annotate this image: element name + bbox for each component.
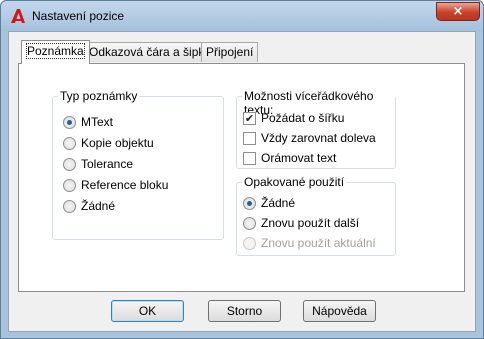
radio-icon[interactable] [63,136,76,150]
radio-copy-object[interactable]: Kopie objektu [63,135,154,151]
dialog-window: Nastavení pozice × Poznámka Odkazová čár… [0,0,484,339]
radio-reuse-next[interactable]: Znovu použít další [243,215,359,231]
autocad-a-icon [11,9,25,23]
radio-icon[interactable] [63,178,76,192]
annotation-type-group: Typ poznámky MText Kopie objektu Toleran… [52,89,224,240]
cancel-button[interactable]: Storno [208,300,281,322]
checkbox-always-left[interactable]: Vždy zarovnat doleva [243,130,376,146]
radio-icon [243,236,256,250]
tab-panel: Typ poznámky MText Kopie objektu Toleran… [18,63,465,292]
group-legend: Typ poznámky [58,89,140,103]
option-label: Tolerance [81,157,134,171]
group-legend: Opakované použití [242,175,347,189]
tab-pripojeni[interactable]: Připojení [201,42,259,62]
option-label: Kopie objektu [81,136,154,150]
radio-icon[interactable] [63,199,76,213]
ok-button[interactable]: OK [111,300,184,322]
radio-icon[interactable] [243,196,256,210]
radio-reuse-current: Znovu použít aktuální [243,235,376,251]
checkmark-icon[interactable]: ✔ [243,111,256,125]
option-label: Znovu použít aktuální [261,236,376,250]
checkbox-icon[interactable] [243,131,256,145]
close-icon: × [452,4,464,19]
tab-poznamka[interactable]: Poznámka [21,40,90,64]
option-label: Orámovat text [261,151,337,165]
option-label: Reference bloku [81,178,169,192]
radio-none[interactable]: Žádné [63,198,115,214]
radio-reuse-none[interactable]: Žádné [243,195,295,211]
option-label: Žádné [81,199,116,213]
option-label: MText [81,115,114,129]
close-button[interactable]: × [436,2,480,21]
checkbox-prompt-width[interactable]: ✔ Požádat o šířku [243,110,344,126]
radio-mtext[interactable]: MText [63,114,113,130]
dialog-client-area: Poznámka Odkazová čára a šipka Připojení… [8,31,476,332]
radio-icon[interactable] [63,115,76,129]
option-label: Znovu použít další [261,216,360,230]
window-title: Nastavení pozice [32,9,125,23]
checkbox-icon[interactable] [243,151,256,165]
tab-label: Odkazová čára a šipka [89,45,212,59]
option-label: Požádat o šířku [261,111,345,125]
radio-block-reference[interactable]: Reference bloku [63,177,168,193]
mtext-options-group: Možnosti víceřádkového textu: ✔ Požádat … [236,89,396,169]
help-button[interactable]: Nápověda [303,300,376,322]
option-label: Vždy zarovnat doleva [261,131,376,145]
tab-label: Připojení [206,45,254,59]
title-bar[interactable]: Nastavení pozice × [1,1,483,31]
radio-icon[interactable] [243,216,256,230]
radio-tolerance[interactable]: Tolerance [63,156,133,172]
checkbox-frame-text[interactable]: Orámovat text [243,150,336,166]
tab-odkazova-cara[interactable]: Odkazová čára a šipka [84,42,217,62]
tab-label: Poznámka [26,43,85,59]
option-label: Žádné [261,196,296,210]
reuse-group: Opakované použití Žádné Znovu použít dal… [236,175,396,256]
radio-icon[interactable] [63,157,76,171]
